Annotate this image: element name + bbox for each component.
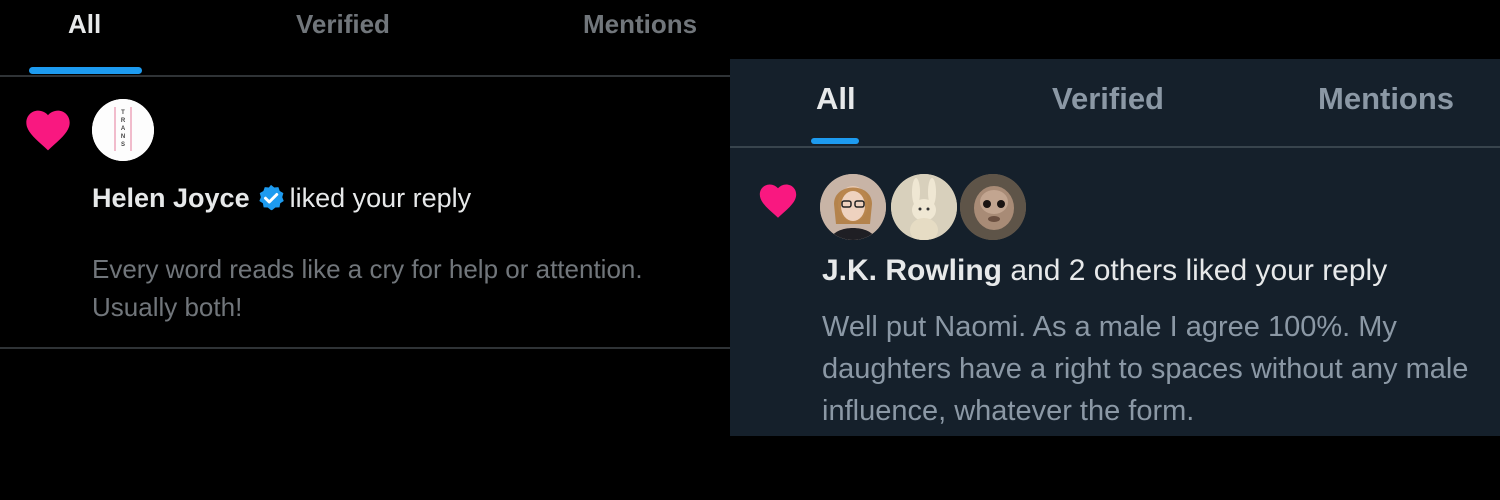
book-cover-image: T R A N S	[92, 99, 154, 161]
user-name-link[interactable]: J.K. Rowling	[822, 254, 1002, 287]
user-photo	[960, 174, 1026, 240]
tab-verified[interactable]: Verified	[1052, 81, 1164, 117]
tab-mentions[interactable]: Mentions	[1318, 81, 1454, 117]
user-name-link[interactable]: Helen Joyce	[92, 183, 250, 213]
active-tab-indicator	[811, 138, 859, 144]
active-tab-indicator	[29, 67, 142, 74]
svg-text:S: S	[121, 142, 125, 148]
avatar[interactable]	[891, 174, 957, 240]
reply-text: Every word reads like a cry for help or …	[92, 254, 643, 322]
heart-icon	[759, 184, 797, 218]
avatar[interactable]	[960, 174, 1026, 240]
notification-action: and 2 others liked your reply	[1010, 254, 1388, 287]
row-divider	[0, 347, 730, 349]
tab-mentions[interactable]: Mentions	[583, 9, 697, 40]
heart-icon	[26, 110, 70, 151]
tab-verified[interactable]: Verified	[296, 9, 390, 40]
tab-all[interactable]: All	[68, 9, 101, 40]
notifications-panel-dark: All Verified Mentions T R A N S Helen Jo…	[0, 0, 730, 500]
notification-action: liked your reply	[289, 183, 472, 213]
svg-text:R: R	[121, 118, 126, 124]
tab-all[interactable]: All	[816, 81, 856, 117]
avatar[interactable]: T R A N S	[92, 99, 154, 161]
svg-text:N: N	[121, 134, 125, 140]
user-photo	[891, 174, 957, 240]
avatar[interactable]	[820, 174, 886, 240]
svg-text:A: A	[121, 126, 126, 132]
tabs-divider	[0, 75, 730, 77]
reply-text: Well put Naomi. As a male I agree 100%. …	[822, 311, 1469, 427]
notification-tabs: All Verified Mentions	[0, 0, 730, 77]
svg-text:T: T	[121, 110, 125, 116]
verified-badge-icon	[256, 183, 286, 220]
notification-headline: J.K. Rowling and 2 others liked your rep…	[822, 254, 1387, 288]
tabs-divider	[730, 146, 1500, 148]
notifications-panel-dim: All Verified Mentions J.K. Rowling and 2…	[730, 59, 1500, 436]
notification-headline: Helen Joyce liked your reply	[92, 183, 471, 220]
user-photo	[820, 174, 886, 240]
